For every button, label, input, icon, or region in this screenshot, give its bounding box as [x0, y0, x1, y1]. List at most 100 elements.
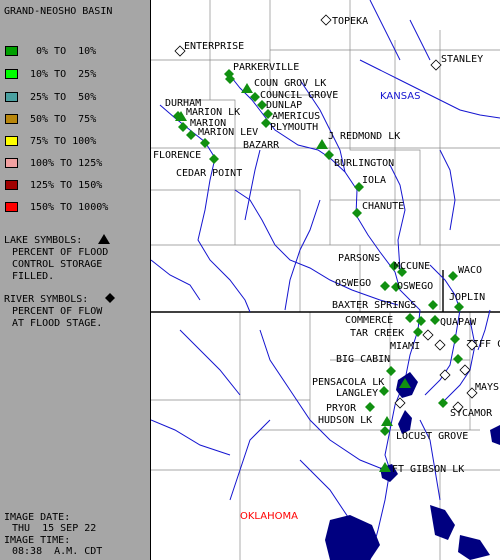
river-diamond-icon — [352, 208, 362, 218]
legend-title: GRAND-NEOSHO BASIN — [4, 6, 113, 17]
station-bazarr[interactable]: BAZARR — [200, 138, 280, 151]
station-label: MIAMI — [390, 341, 420, 352]
range-label-1: 10% TO 25% — [30, 69, 97, 80]
station-label: LANGLEY — [336, 388, 378, 399]
river-diamond-icon — [428, 300, 438, 310]
station-oswego-2[interactable]: OSWEGO — [391, 281, 433, 292]
river-diamond-icon[interactable] — [459, 364, 471, 376]
river-diamond-icon[interactable] — [422, 329, 434, 341]
swatch-75-100 — [5, 136, 18, 146]
state-label-kansas: KANSAS — [380, 91, 420, 102]
lake-symbols-line3: FILLED. — [12, 271, 55, 282]
station-label: BAXTER SPRINGS — [332, 300, 416, 311]
station-label: CHANUTE — [362, 201, 404, 212]
station-florence[interactable]: FLORENCE — [153, 150, 219, 164]
station-label: ENTERPRISE — [184, 41, 244, 52]
swatch-100-125 — [5, 158, 18, 168]
river-diamond-icon[interactable] — [394, 397, 406, 409]
station-ft-gibson-lk[interactable]: FT GIBSON LK — [379, 462, 464, 475]
station-label: MAYS — [475, 382, 499, 393]
lake-triangle-icon — [316, 139, 328, 149]
swatch-25-50 — [5, 92, 18, 102]
river-diamond-icon[interactable] — [434, 339, 446, 351]
diamond-icon — [105, 293, 115, 303]
station-label: PRYOR — [326, 403, 357, 414]
station-baxter-springs[interactable]: BAXTER SPRINGS — [332, 300, 438, 311]
station-chanute[interactable]: CHANUTE — [352, 201, 404, 218]
station-commerce[interactable]: COMMERCE — [345, 313, 415, 326]
range-label-6: 125% TO 150% — [30, 180, 103, 191]
station-label: FT GIBSON LK — [392, 464, 464, 475]
station-pensacola-lk[interactable]: PENSACOLA LK — [312, 377, 411, 388]
river-diamond-icon — [380, 281, 390, 291]
station-hudson-lk[interactable]: HUDSON LK — [318, 415, 393, 426]
range-label-3: 50% TO 75% — [30, 114, 97, 125]
station-burlington[interactable]: BURLINGTON — [324, 150, 394, 169]
station-cedar-point[interactable]: CEDAR POINT — [176, 168, 242, 179]
image-date-label: IMAGE DATE: — [4, 512, 71, 523]
station-label: MARION LEV — [198, 127, 258, 138]
state-lines — [151, 270, 500, 313]
river-diamond-icon — [416, 316, 426, 326]
station-label: PARSONS — [338, 253, 380, 264]
river-diamond-icon — [413, 327, 423, 337]
station-label: COUN GROV LK — [254, 78, 326, 89]
lake-triangle-icon — [241, 83, 253, 93]
range-label-0: 0% TO 10% — [36, 46, 97, 57]
river-diamond-icon — [450, 334, 460, 344]
river-diamond-icon — [448, 271, 458, 281]
station-sycamor[interactable]: SYCAMOR — [438, 398, 493, 419]
station-label: FLORENCE — [153, 150, 201, 161]
station-label: BAZARR — [243, 140, 280, 151]
river-diamond-icon — [386, 366, 396, 376]
swatch-50-75 — [5, 114, 18, 124]
river-diamond-icon — [405, 313, 415, 323]
station-parsons[interactable]: PARSONS — [338, 253, 399, 271]
swatch-10-25 — [5, 69, 18, 79]
station-label: OSWEGO — [335, 278, 371, 289]
station-label: OSWEGO — [397, 281, 433, 292]
river-diamond-icon — [430, 315, 440, 325]
station-waco[interactable]: WACO — [448, 265, 482, 281]
image-date: THU 15 SEP 22 — [12, 523, 97, 534]
legend-panel: GRAND-NEOSHO BASIN 0% TO 10% 10% TO 25% … — [0, 0, 150, 560]
station-quapaw[interactable]: QUAPAW — [430, 315, 477, 328]
station-iola[interactable]: IOLA — [354, 175, 386, 192]
station-big-cabin[interactable]: BIG CABIN — [336, 354, 396, 376]
station-j-redmond-lk[interactable]: J REDMOND LK — [316, 131, 400, 149]
station-tiff-ci[interactable]: TIFF CI — [450, 334, 500, 350]
station-pryor[interactable]: PRYOR — [326, 402, 375, 414]
station-label: HUDSON LK — [318, 415, 372, 426]
swatch-125-150 — [5, 180, 18, 190]
station-enterprise[interactable]: ENTERPRISE — [174, 41, 244, 57]
station-label: TOPEKA — [332, 16, 368, 27]
station-dunlap[interactable]: DUNLAP — [257, 100, 302, 111]
station-label: MCCUNE — [394, 261, 430, 272]
station-stanley[interactable]: STANLEY — [430, 54, 483, 71]
station-label: AMERICUS — [272, 111, 320, 122]
station-label: PARKERVILLE — [233, 62, 299, 73]
station-mccune[interactable]: MCCUNE — [394, 261, 430, 277]
station-americus[interactable]: AMERICUS — [263, 109, 320, 122]
station-topeka[interactable]: TOPEKA — [320, 14, 368, 27]
station-mays[interactable]: MAYS — [453, 354, 499, 393]
range-label-4: 75% TO 100% — [30, 136, 97, 147]
station-oswego-1[interactable]: OSWEGO — [335, 278, 390, 291]
station-label: PLYMOUTH — [270, 122, 318, 133]
station-label: STANLEY — [441, 54, 483, 65]
range-label-5: 100% TO 125% — [30, 158, 103, 169]
station-label: PENSACOLA LK — [312, 377, 384, 388]
station-parkerville[interactable]: PARKERVILLE — [224, 62, 299, 79]
image-time-label: IMAGE TIME: — [4, 535, 71, 546]
river-diamond-icon — [209, 154, 219, 164]
river-diamond-icon — [186, 130, 196, 140]
image-time: 08:38 A.M. CDT — [12, 546, 103, 557]
state-label-oklahoma: OKLAHOMA — [240, 511, 298, 522]
station-joplin[interactable]: JOPLIN — [449, 292, 485, 312]
basin-map: TOPEKA STANLEY ENTERPRISE PARKERVILLE CO… — [151, 0, 500, 560]
river-diamond-icon — [453, 354, 463, 364]
station-label: COMMERCE — [345, 315, 393, 326]
station-label: J REDMOND LK — [328, 131, 400, 142]
station-label: QUAPAW — [440, 317, 477, 328]
river-diamond-icon — [250, 92, 260, 102]
